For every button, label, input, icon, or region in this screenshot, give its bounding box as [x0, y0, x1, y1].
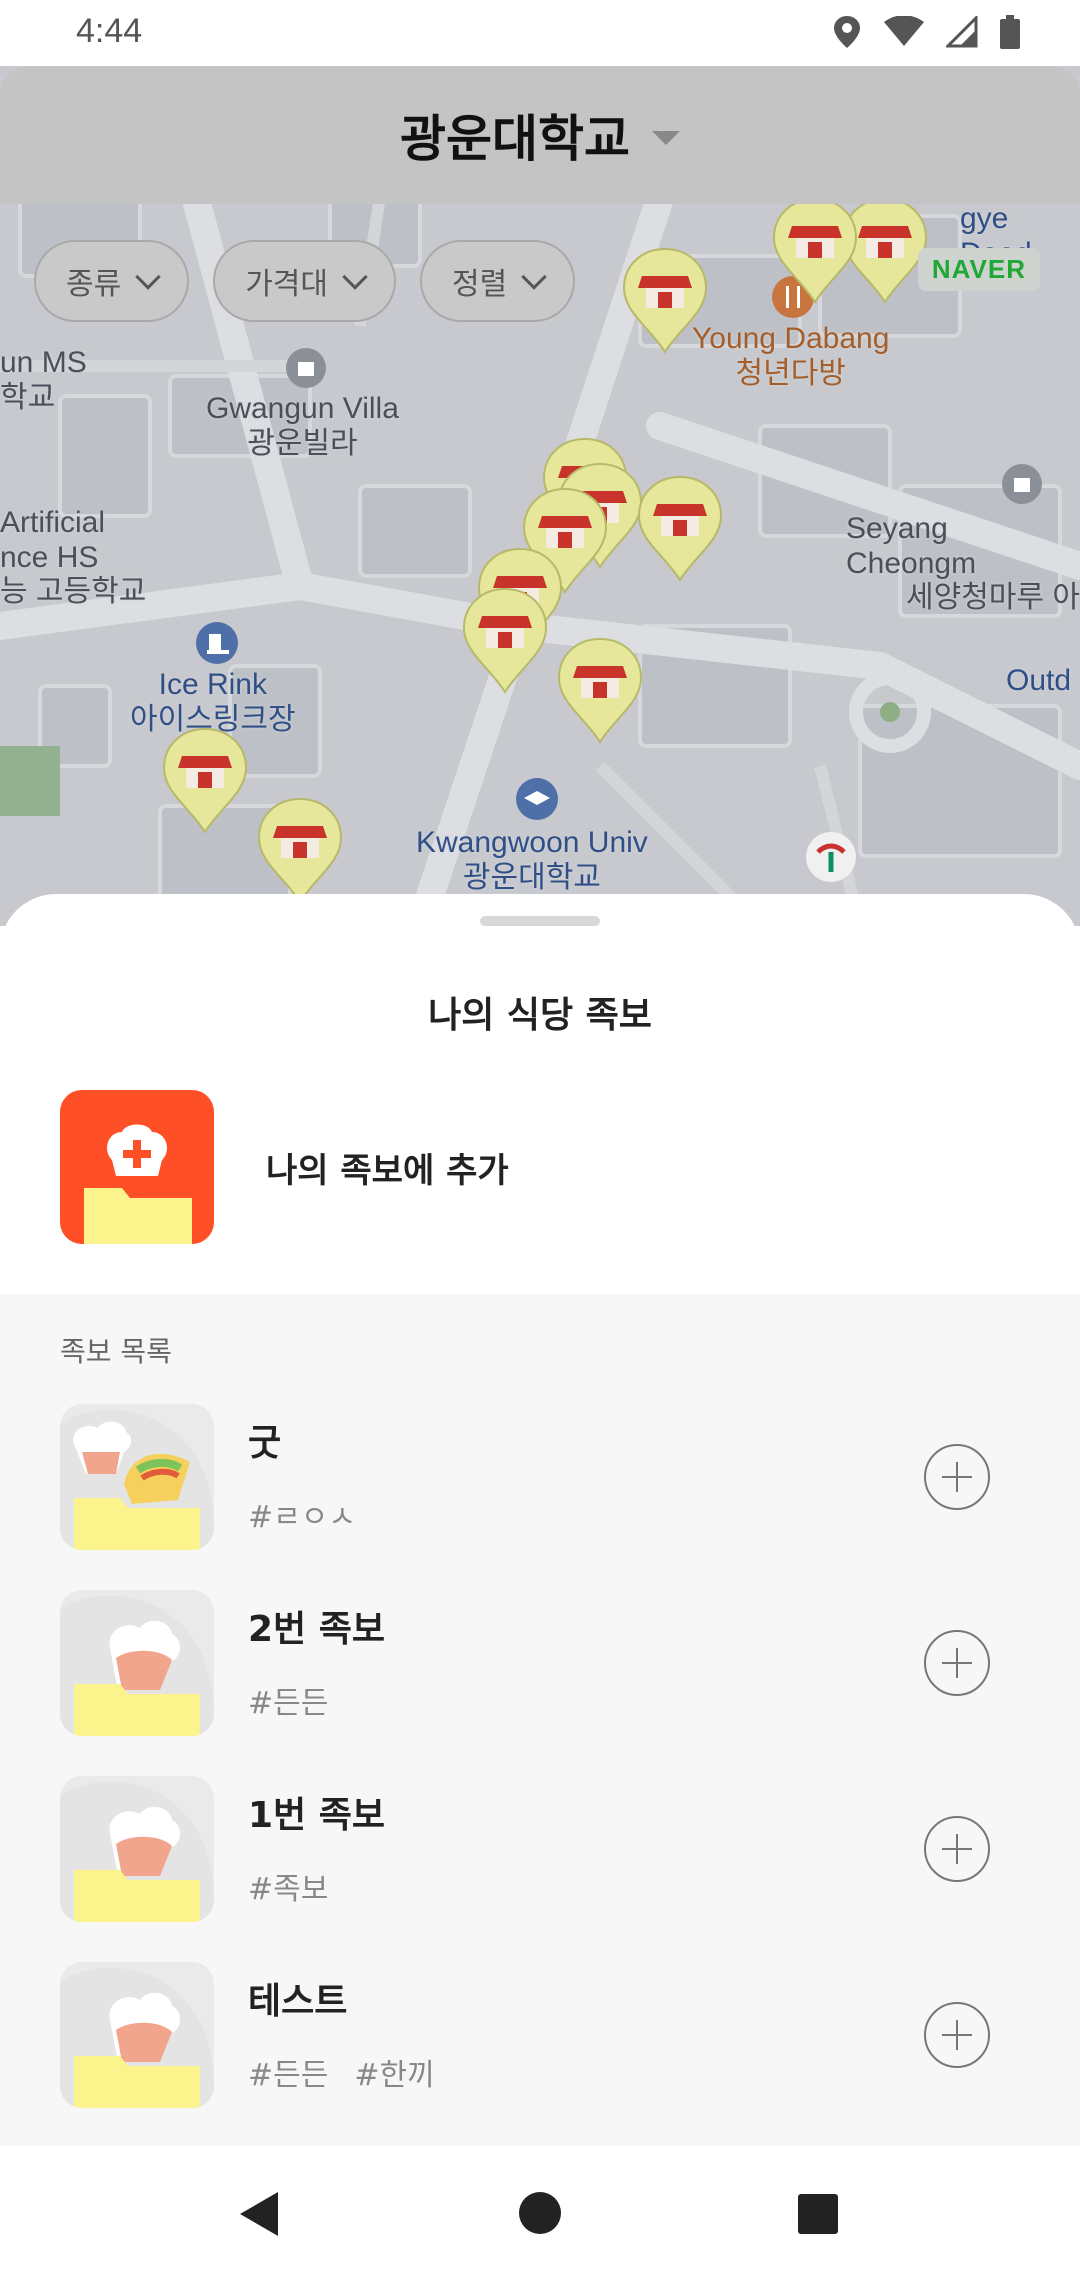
- add-circle-icon[interactable]: [924, 2002, 990, 2068]
- jokbo-tag: #든든: [248, 2058, 329, 2093]
- add-jokbo-thumbnail: [60, 1090, 214, 1244]
- sheet-title: 나의 식당 족보: [428, 995, 652, 1036]
- add-circle-icon[interactable]: [924, 1816, 990, 1882]
- map-label-young-dabang-en: Young Dabang: [692, 322, 890, 355]
- status-bar: 4:44: [0, 0, 1080, 66]
- filter-chip-type[interactable]: 종류: [34, 240, 190, 322]
- jokbo-tags: #든든 #한끼: [248, 2050, 435, 2094]
- rice-folder-icon: [60, 1781, 214, 1922]
- back-icon[interactable]: [240, 2192, 278, 2236]
- filter-chip-label: 종류: [66, 267, 122, 302]
- sheet-drag-handle[interactable]: [480, 916, 600, 926]
- store-pin[interactable]: [255, 796, 345, 906]
- ice-rink-icon: [196, 622, 238, 664]
- map-label-ai-hs-en-1: Artificial: [0, 506, 106, 539]
- jokbo-tag: #ㄹㅇㅅ: [248, 1500, 356, 1535]
- store-pin[interactable]: [555, 636, 645, 746]
- jokbo-tags: #족보: [248, 1864, 328, 1908]
- school-icon: [516, 778, 558, 820]
- jokbo-name: 테스트: [248, 1981, 348, 2022]
- map-label-kw-univ-ko: 광운대학교: [462, 860, 601, 894]
- store-pin[interactable]: [620, 246, 710, 356]
- jokbo-list-header: 족보 목록: [60, 1335, 172, 1368]
- jokbo-tags: #든든: [248, 1678, 328, 1722]
- battery-icon: [1000, 15, 1020, 49]
- store-pin[interactable]: [160, 726, 250, 836]
- map-label-outd: Outd: [1006, 664, 1072, 697]
- chevron-down-icon: [135, 264, 161, 290]
- wifi-icon: [884, 16, 924, 46]
- jokbo-list-section: 족보 목록 굿 #ㄹㅇㅅ 2번 족보 #든든 1번 족보 #족보 테스트 #든든…: [0, 1294, 1080, 2146]
- map-label-gwangun-villa: Gwangun Villa 광운빌라: [206, 392, 399, 461]
- map-label-ice-rink-en: Ice Rink: [158, 668, 267, 701]
- jokbo-tag: #든든: [248, 1686, 329, 1721]
- filter-chip-price[interactable]: 가격대: [213, 240, 397, 322]
- jokbo-name: 2번 족보: [248, 1609, 385, 1650]
- jokbo-thumbnail: [60, 1776, 214, 1922]
- map-label-kw-univ: Kwangwoon Univ 광운대학교: [416, 826, 648, 895]
- map-label-seyang-en: Seyang Cheongm: [846, 512, 977, 580]
- bank-icon: [806, 832, 856, 882]
- filter-chip-sort[interactable]: 정렬: [420, 240, 576, 322]
- apartment-icon: [1002, 464, 1042, 504]
- jokbo-name: 1번 족보: [248, 1795, 385, 1836]
- jokbo-tag: #한끼: [354, 2058, 435, 2093]
- jokbo-thumbnail: [60, 1590, 214, 1736]
- system-nav-bar: [0, 2146, 1080, 2280]
- building-icon: [286, 348, 326, 388]
- jokbo-thumbnail: [60, 1962, 214, 2108]
- store-pin[interactable]: [770, 196, 860, 306]
- jokbo-name: 굿: [248, 1423, 282, 1464]
- map-label-kw-univ-en: Kwangwoon Univ: [416, 826, 648, 859]
- location-icon: [834, 16, 860, 48]
- chevron-down-icon: [342, 264, 368, 290]
- store-pin[interactable]: [635, 474, 725, 584]
- map-label-ai-hs-en-2: nce HS: [0, 540, 99, 574]
- map-label-young-dabang-ko: 청년다방: [735, 356, 846, 390]
- filter-chip-label: 정렬: [452, 267, 508, 302]
- map-label-ms-ko: 학교: [0, 380, 56, 414]
- add-folder-icon: [84, 1124, 192, 1244]
- map-label-seyang-ko: 세양청마루 아: [906, 581, 1080, 614]
- signal-icon: [946, 16, 978, 48]
- map-label-ms: un MS 학교: [0, 346, 87, 415]
- status-icons: [832, 14, 1020, 50]
- naver-logo: NAVER: [917, 248, 1040, 291]
- chevron-down-icon: [521, 264, 547, 290]
- jokbo-list-item[interactable]: 2번 족보 #든든: [60, 1590, 1020, 1740]
- add-circle-icon[interactable]: [924, 1630, 990, 1696]
- region-selector[interactable]: 광운대학교: [0, 66, 1080, 204]
- rice-folder-icon: [60, 1595, 214, 1736]
- map-label-ms-en: un MS: [0, 346, 87, 379]
- map-label-seyang: Seyang Cheongm 세양청마루 아: [846, 512, 1080, 616]
- jokbo-list-item[interactable]: 테스트 #든든 #한끼: [60, 1962, 1020, 2112]
- bottom-sheet: 나의 식당 족보 나의 족보에 추가 족보 목록 굿 #ㄹㅇㅅ 2번 족보 #든…: [0, 894, 1080, 2146]
- jokbo-list-item[interactable]: 1번 족보 #족보: [60, 1776, 1020, 1926]
- rice-folder-icon: [60, 1967, 214, 2108]
- filter-row: 종류 가격대 정렬: [34, 240, 576, 322]
- add-to-my-jokbo-label: 나의 족보에 추가: [266, 1150, 509, 1191]
- map-label-ai-hs-ko: 능 고등학교: [0, 575, 147, 608]
- status-time: 4:44: [76, 12, 143, 50]
- add-to-my-jokbo-button[interactable]: 나의 족보에 추가: [60, 1090, 509, 1244]
- map-label-young-dabang: Young Dabang 청년다방: [692, 322, 889, 391]
- jokbo-tag: #족보: [248, 1872, 329, 1907]
- map-label-gwangun-villa-en: Gwangun Villa: [206, 392, 399, 425]
- food-folder-icon: [60, 1409, 214, 1550]
- recent-apps-icon[interactable]: [798, 2194, 838, 2234]
- caret-down-icon: [652, 131, 680, 145]
- map-label-ai-hs: Artificial nce HS 능 고등학교: [0, 506, 146, 610]
- home-icon[interactable]: [519, 2192, 561, 2234]
- region-title: 광운대학교: [400, 110, 630, 168]
- jokbo-list-item[interactable]: 굿 #ㄹㅇㅅ: [60, 1404, 1020, 1554]
- map-label-gwangun-villa-ko: 광운빌라: [247, 426, 358, 460]
- store-pin[interactable]: [460, 586, 550, 696]
- filter-chip-label: 가격대: [245, 267, 329, 302]
- jokbo-tags: #ㄹㅇㅅ: [248, 1492, 356, 1536]
- add-circle-icon[interactable]: [924, 1444, 990, 1510]
- jokbo-thumbnail: [60, 1404, 214, 1550]
